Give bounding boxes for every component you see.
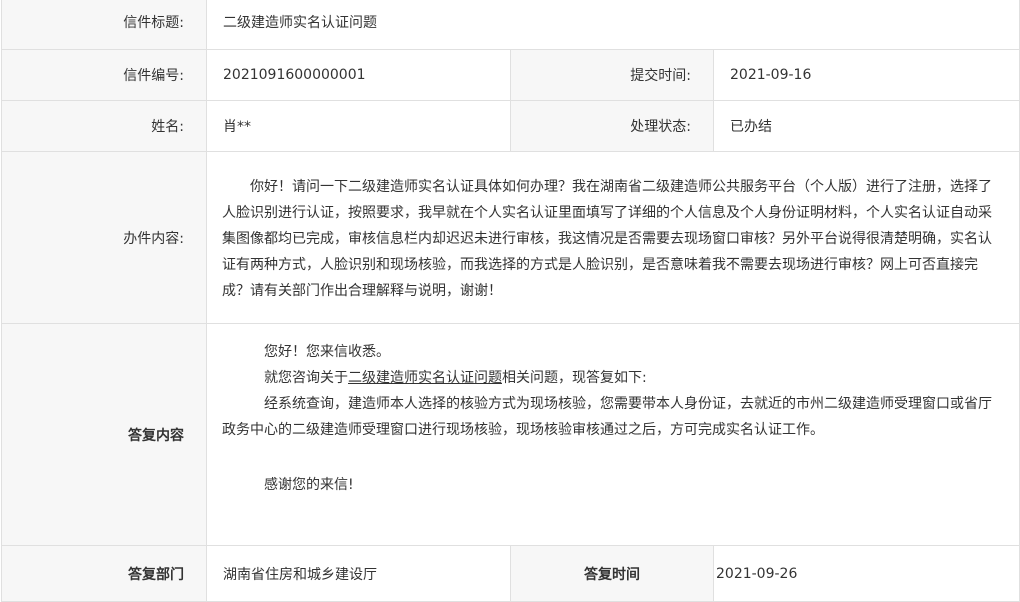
reply-topic-link[interactable]: 二级建造师实名认证问题 <box>348 370 502 386</box>
reply-intro: 就您咨询关于二级建造师实名认证问题相关问题，现答复如下: <box>222 365 1004 391</box>
reply-greeting: 您好！您来信收悉。 <box>264 344 390 360</box>
reply-time-value: 2021-09-26 <box>712 545 1020 602</box>
row-number: 信件编号: 2021091600000001 提交时间: 2021-09-16 <box>1 49 1020 101</box>
content-paragraph: 你好！请问一下二级建造师实名认证具体如何办理？我在湖南省二级建造师公共服务平台（… <box>222 179 992 299</box>
row-reply: 答复内容 您好！您来信收悉。 就您咨询关于二级建造师实名认证问题相关问题，现答复… <box>1 323 1020 546</box>
reply-time-label: 答复时间 <box>510 545 714 602</box>
status-label: 处理状态: <box>510 100 714 152</box>
row-reply-meta: 答复部门 湖南省住房和城乡建设厅 答复时间 2021-09-26 <box>1 545 1020 602</box>
content-text: 你好！请问一下二级建造师实名认证具体如何办理？我在湖南省二级建造师公共服务平台（… <box>208 165 1018 310</box>
reply-body-line2: 政务中心的二级建造师受理窗口进行现场核验，现场核验审核通过之后，方可完成实名认证… <box>222 422 824 438</box>
title-label: 信件标题: <box>1 0 207 50</box>
reply-text: 您好！您来信收悉。 就您咨询关于二级建造师实名认证问题相关问题，现答复如下: 经… <box>208 325 1018 524</box>
content-cell: 你好！请问一下二级建造师实名认证具体如何办理？我在湖南省二级建造师公共服务平台（… <box>205 151 1020 324</box>
row-title: 信件标题: 二级建造师实名认证问题 <box>1 0 1020 50</box>
reply-spacer-bottom <box>222 498 1004 524</box>
status-value: 已办结 <box>712 100 1020 152</box>
reply-intro-prefix: 就您咨询关于 <box>264 370 348 386</box>
submit-time-label: 提交时间: <box>510 49 714 101</box>
reply-spacer <box>222 443 1004 472</box>
reply-label: 答复内容 <box>1 323 207 546</box>
number-value: 2021091600000001 <box>206 49 511 101</box>
name-value: 肖** <box>206 100 511 152</box>
row-name: 姓名: 肖** 处理状态: 已办结 <box>1 100 1020 152</box>
dept-label: 答复部门 <box>1 545 207 602</box>
reply-body-line1: 经系统查询，建造师本人选择的核验方式为现场核验，您需要带本人身份证，去就近的市州… <box>264 396 992 412</box>
submit-time-value: 2021-09-16 <box>712 49 1020 101</box>
title-value: 二级建造师实名认证问题 <box>205 0 1020 50</box>
number-label: 信件编号: <box>1 49 207 101</box>
letter-detail-table: 信件标题: 二级建造师实名认证问题 信件编号: 2021091600000001… <box>1 0 1020 602</box>
reply-cell: 您好！您来信收悉。 就您咨询关于二级建造师实名认证问题相关问题，现答复如下: 经… <box>205 323 1020 546</box>
row-content: 办件内容: 你好！请问一下二级建造师实名认证具体如何办理？我在湖南省二级建造师公… <box>1 151 1020 324</box>
content-label: 办件内容: <box>1 151 207 324</box>
reply-intro-suffix: 相关问题，现答复如下: <box>502 370 647 386</box>
dept-value: 湖南省住房和城乡建设厅 <box>206 545 511 602</box>
name-label: 姓名: <box>1 100 207 152</box>
reply-thanks: 感谢您的来信! <box>264 477 354 493</box>
